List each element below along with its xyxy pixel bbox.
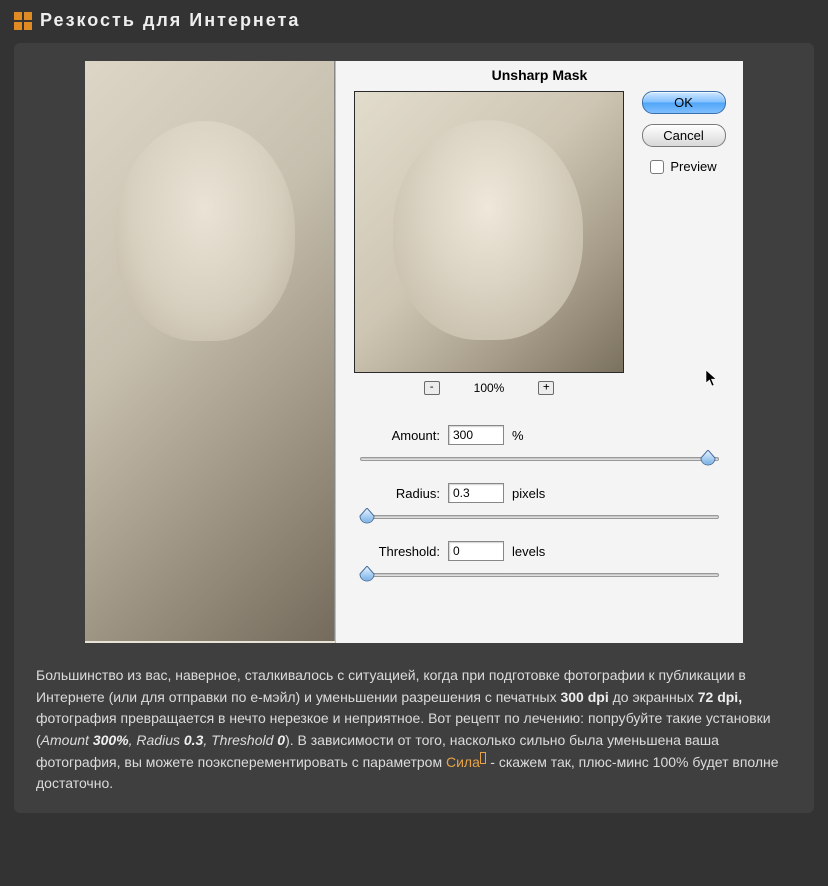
unsharp-mask-dialog: Unsharp Mask - 100% + bbox=[335, 61, 743, 643]
content-card: Unsharp Mask - 100% + bbox=[14, 43, 814, 813]
threshold-label: Threshold: bbox=[356, 544, 440, 559]
cursor-icon bbox=[705, 369, 719, 392]
preview-checkbox[interactable] bbox=[650, 160, 664, 174]
screenshot: Unsharp Mask - 100% + bbox=[85, 61, 743, 643]
radius-label: Radius: bbox=[356, 486, 440, 501]
preview-image[interactable] bbox=[354, 91, 624, 373]
cancel-button[interactable]: Cancel bbox=[642, 124, 726, 147]
amount-label: Amount: bbox=[356, 428, 440, 443]
threshold-slider[interactable] bbox=[360, 565, 719, 585]
description-text: Большинство из вас, наверное, сталкивало… bbox=[36, 665, 792, 795]
photo-original bbox=[85, 61, 335, 641]
threshold-unit: levels bbox=[512, 544, 545, 559]
radius-slider[interactable] bbox=[360, 507, 719, 527]
radius-unit: pixels bbox=[512, 486, 545, 501]
amount-unit: % bbox=[512, 428, 524, 443]
ok-button[interactable]: OK bbox=[642, 91, 726, 114]
page-title: Резкость для Интернета bbox=[40, 10, 300, 31]
amount-slider[interactable] bbox=[360, 449, 719, 469]
preview-checkbox-label: Preview bbox=[670, 159, 716, 174]
zoom-out-button[interactable]: - bbox=[424, 381, 440, 395]
zoom-in-button[interactable]: + bbox=[538, 381, 554, 395]
strength-link[interactable]: Сила bbox=[446, 754, 486, 770]
grid-icon bbox=[14, 12, 32, 30]
threshold-input[interactable] bbox=[448, 541, 504, 561]
zoom-level: 100% bbox=[474, 381, 505, 395]
amount-input[interactable] bbox=[448, 425, 504, 445]
radius-input[interactable] bbox=[448, 483, 504, 503]
page-title-row: Резкость для Интернета bbox=[14, 10, 814, 31]
dialog-title: Unsharp Mask bbox=[336, 61, 743, 91]
